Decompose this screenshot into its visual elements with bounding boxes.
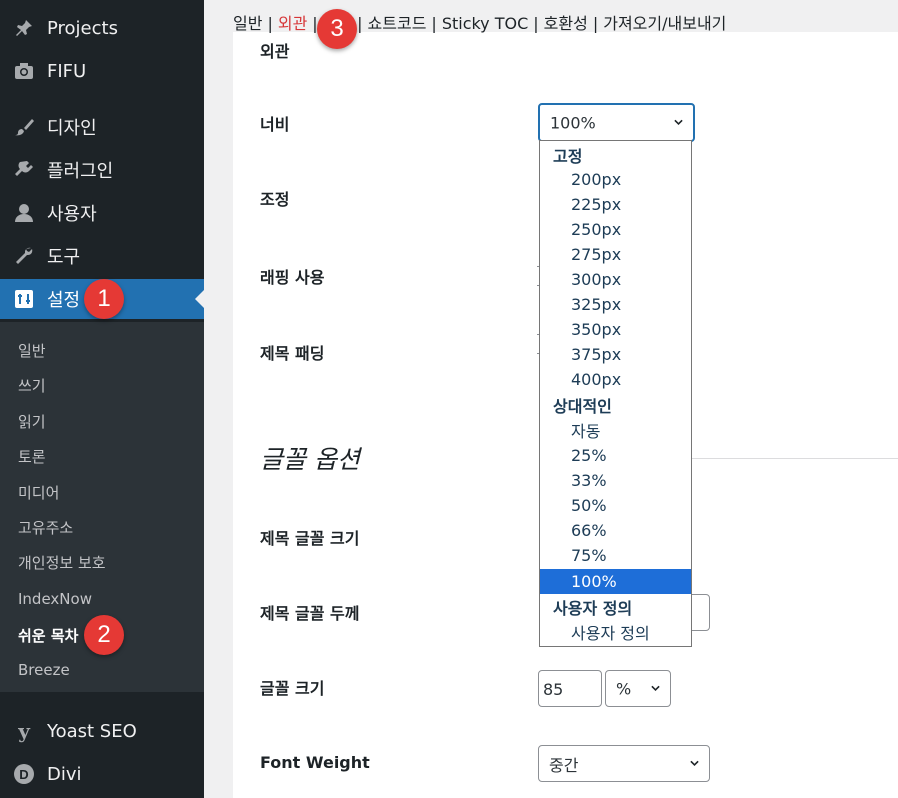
tab-compatibility[interactable]: 호환성 xyxy=(544,14,588,33)
menu-item-design[interactable]: 디자인 xyxy=(0,107,204,147)
dropdown-option-selected[interactable]: 100% xyxy=(540,569,691,594)
label-title-font-weight: 제목 글꼴 두께 xyxy=(260,604,360,623)
dropdown-option[interactable]: 33% xyxy=(540,468,691,493)
menu-item-tools[interactable]: 도구 xyxy=(0,236,204,276)
menu-label: FIFU xyxy=(47,60,87,82)
section-heading: 외관 xyxy=(260,42,290,61)
width-select-value: 100% xyxy=(550,113,596,132)
menu-label: Projects xyxy=(47,17,118,39)
tab-shortcode[interactable]: 쇼트코드 xyxy=(368,14,427,33)
user-icon xyxy=(13,202,35,224)
dropdown-option[interactable]: 300px xyxy=(540,267,691,292)
dropdown-option[interactable]: 325px xyxy=(540,292,691,317)
menu-item-plugins[interactable]: 플러그인 xyxy=(0,150,204,190)
font-size-unit-value: % xyxy=(616,679,632,698)
optgroup-custom: 사용자 정의 xyxy=(553,598,633,618)
dropdown-option[interactable]: 225px xyxy=(540,192,691,217)
label-wrapping: 래핑 사용 xyxy=(260,268,325,287)
menu-item-fifu[interactable]: FIFU xyxy=(0,51,204,91)
label-font-weight: Font Weight xyxy=(260,753,370,772)
step-badge-2: 2 xyxy=(84,615,124,655)
optgroup-fixed: 고정 xyxy=(553,146,583,166)
step-badge-1: 1 xyxy=(84,279,124,319)
menu-label: 도구 xyxy=(47,247,81,268)
optgroup-relative: 상대적인 xyxy=(553,396,612,416)
tab-sticky-toc[interactable]: Sticky TOC xyxy=(442,14,528,33)
font-size-unit-select[interactable]: % xyxy=(605,670,671,707)
menu-label: Divi xyxy=(47,763,82,785)
submenu-item-privacy[interactable]: 개인정보 보호 xyxy=(18,552,106,573)
font-weight-select[interactable]: 중간 xyxy=(538,745,710,782)
label-title-padding: 제목 패딩 xyxy=(260,344,325,363)
wrench-icon xyxy=(13,245,35,267)
chevron-down-icon xyxy=(674,119,683,125)
dropdown-option[interactable]: 400px xyxy=(540,367,691,392)
tab-general[interactable]: 일반 xyxy=(233,14,262,33)
chevron-down-icon xyxy=(690,760,699,766)
settings-tabs: 일반|외관|고급|쇼트코드|Sticky TOC|호환성|가져오기/내보내기 xyxy=(233,14,727,33)
menu-item-yoast[interactable]: y Yoast SEO xyxy=(0,711,204,751)
admin-sidebar: Projects FIFU 디자인 플러그인 사용자 도구 설정 일반 쓰기 읽… xyxy=(0,0,204,798)
menu-label: 설정 xyxy=(47,290,81,311)
dropdown-option[interactable]: 사용자 정의 xyxy=(540,619,691,644)
menu-item-users[interactable]: 사용자 xyxy=(0,193,204,233)
camera-icon xyxy=(13,60,35,82)
divi-icon: D xyxy=(13,763,35,785)
menu-item-projects[interactable]: Projects xyxy=(0,8,204,48)
tab-appearance[interactable]: 외관 xyxy=(278,14,307,33)
font-options-title: 글꼴 옵션 xyxy=(260,445,360,474)
font-size-value: 85 xyxy=(543,680,564,699)
submenu-item-general[interactable]: 일반 xyxy=(18,340,46,361)
submenu-item-discussion[interactable]: 토론 xyxy=(18,446,46,467)
svg-text:D: D xyxy=(19,767,28,782)
chevron-down-icon xyxy=(651,685,660,691)
menu-label: 디자인 xyxy=(47,118,97,139)
menu-item-divi[interactable]: D Divi xyxy=(0,754,204,794)
font-size-input[interactable]: 85 xyxy=(538,670,602,707)
step-badge-3: 3 xyxy=(317,9,357,49)
submenu-item-indexnow[interactable]: IndexNow xyxy=(18,590,92,608)
brush-icon xyxy=(13,116,35,138)
dropdown-option[interactable]: 275px xyxy=(540,242,691,267)
plugin-icon xyxy=(13,159,35,181)
dropdown-option[interactable]: 375px xyxy=(540,342,691,367)
dropdown-option[interactable]: 75% xyxy=(540,543,691,568)
width-select[interactable]: 100% xyxy=(538,103,695,142)
submenu-item-writing[interactable]: 쓰기 xyxy=(18,375,46,396)
submenu-item-permalinks[interactable]: 고유주소 xyxy=(18,517,73,538)
submenu-item-media[interactable]: 미디어 xyxy=(18,482,59,503)
menu-label: 사용자 xyxy=(47,204,97,225)
submenu-item-breeze[interactable]: Breeze xyxy=(18,661,70,679)
settings-icon xyxy=(13,288,35,310)
submenu-item-reading[interactable]: 읽기 xyxy=(18,411,46,432)
dropdown-option[interactable]: 66% xyxy=(540,518,691,543)
dropdown-option[interactable]: 350px xyxy=(540,317,691,342)
label-adjust: 조정 xyxy=(260,190,290,209)
label-font-size: 글꼴 크기 xyxy=(260,679,325,698)
menu-label: 플러그인 xyxy=(47,161,114,182)
font-weight-value: 중간 xyxy=(549,755,579,775)
yoast-icon: y xyxy=(18,719,30,743)
dropdown-option[interactable]: 50% xyxy=(540,493,691,518)
dropdown-option[interactable]: 25% xyxy=(540,443,691,468)
width-dropdown-list: 고정 200px 225px 250px 275px 300px 325px 3… xyxy=(539,140,692,647)
menu-label: Yoast SEO xyxy=(47,720,137,742)
pin-icon xyxy=(13,17,35,39)
tab-import-export[interactable]: 가져오기/내보내기 xyxy=(603,14,726,33)
label-width: 너비 xyxy=(260,115,290,134)
dropdown-option[interactable]: 자동 xyxy=(540,417,691,442)
dropdown-option[interactable]: 250px xyxy=(540,217,691,242)
submenu-item-easy-toc[interactable]: 쉬운 목차 xyxy=(18,625,78,646)
dropdown-option[interactable]: 200px xyxy=(540,167,691,192)
label-title-font-size: 제목 글꼴 크기 xyxy=(260,529,360,548)
